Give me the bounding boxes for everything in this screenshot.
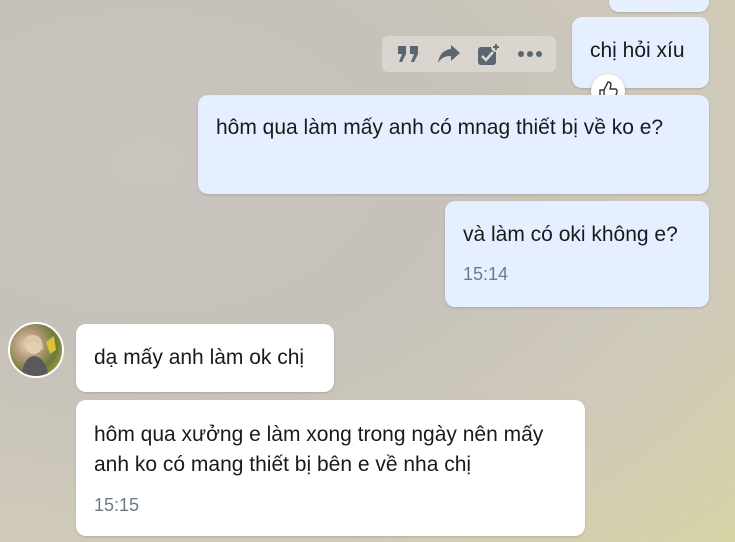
message-bubble-outgoing[interactable]: chị hỏi xíu bbox=[572, 17, 709, 88]
message-bubble-previous[interactable] bbox=[609, 0, 709, 12]
add-task-icon[interactable] bbox=[473, 38, 505, 70]
quote-icon[interactable] bbox=[392, 38, 424, 70]
avatar[interactable] bbox=[8, 322, 64, 378]
message-text: chị hỏi xíu bbox=[590, 39, 685, 62]
forward-icon[interactable] bbox=[433, 38, 465, 70]
message-timestamp: 15:14 bbox=[463, 264, 509, 284]
message-timestamp: 15:15 bbox=[94, 495, 140, 515]
message-text: dạ mấy anh làm ok chị bbox=[94, 346, 305, 369]
message-bubble-outgoing[interactable]: hôm qua làm mấy anh có mnag thiết bị về … bbox=[198, 95, 709, 194]
message-bubble-incoming[interactable]: dạ mấy anh làm ok chị bbox=[76, 324, 334, 392]
message-bubble-outgoing[interactable]: và làm có oki không e? 15:14 bbox=[445, 201, 709, 307]
more-icon[interactable] bbox=[514, 38, 546, 70]
message-bubble-incoming[interactable]: hôm qua xưởng e làm xong trong ngày nên … bbox=[76, 400, 585, 536]
message-text: hôm qua làm mấy anh có mnag thiết bị về … bbox=[216, 116, 664, 139]
message-text: hôm qua xưởng e làm xong trong ngày nên … bbox=[94, 423, 544, 476]
message-action-toolbar bbox=[382, 36, 556, 72]
message-text: và làm có oki không e? bbox=[463, 223, 678, 246]
